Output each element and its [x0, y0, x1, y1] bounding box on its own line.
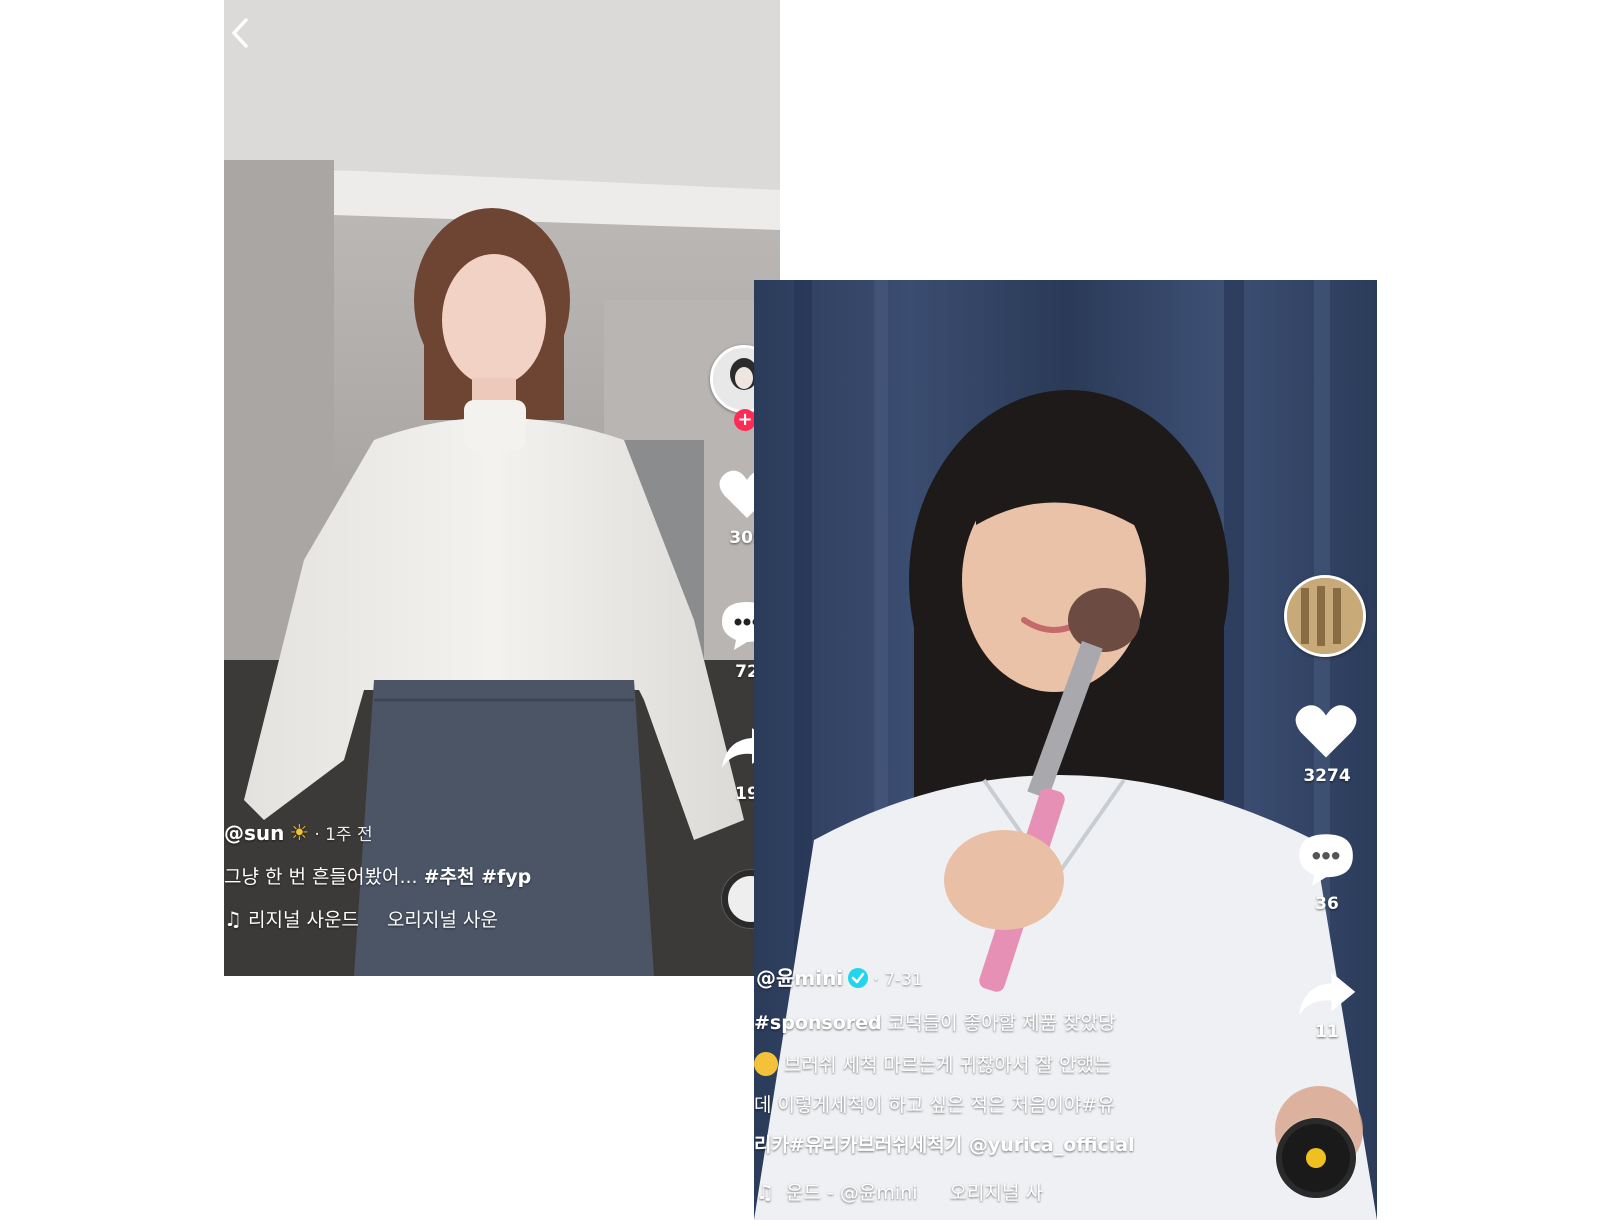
caption-line-1: #sponsored 코덕들이 좋아할 제품 찾았당: [754, 1008, 1116, 1035]
post-meta: @sun ☀ · 1주 전: [224, 820, 373, 846]
username[interactable]: @윤mini: [756, 966, 843, 990]
music-note-icon: ♫: [756, 1180, 774, 1204]
tiktok-post-left: + 309 72 19 @sun ☀ · 1주 전 그냥 한 번 흔들어봤어..…: [224, 0, 780, 976]
caption-text-3: 데 이렇게세척이 하고 싶은 적은 처음이야#유: [754, 1094, 1115, 1116]
heart-icon[interactable]: [1294, 702, 1358, 760]
comment-count: 36: [1315, 894, 1339, 914]
sound-name: 운드 - @윤mini: [785, 1182, 918, 1204]
music-note-icon: ♫: [224, 907, 242, 931]
creator-avatar[interactable]: [1284, 575, 1366, 657]
post-caption: 그냥 한 번 흔들어봤어... #추천 #fyp: [224, 862, 531, 889]
caption-text-2: 브러쉬 세척 마르는게 귀찮아서 잘 안했는: [784, 1054, 1112, 1076]
avatar-image: [1287, 578, 1363, 654]
post-date: · 7-31: [873, 970, 923, 990]
username[interactable]: @sun: [224, 821, 284, 845]
caption-tag[interactable]: #sponsored: [754, 1012, 882, 1034]
like-count: 3274: [1303, 766, 1351, 786]
caption-line-4: 리카#유리카브러쉬세척기 @yurica_official: [754, 1130, 1135, 1157]
sound-row[interactable]: ♫ 운드 - @윤mini 오리지널 사: [756, 1178, 1043, 1205]
post-meta: @윤mini · 7-31: [756, 962, 923, 991]
music-disc-icon[interactable]: [1276, 1118, 1356, 1198]
face-emoji-icon: [754, 1052, 778, 1076]
caption-text: 그냥 한 번 흔들어봤어...: [224, 866, 418, 888]
caption-text-1: 코덕들이 좋아할 제품 찾았당: [881, 1012, 1116, 1034]
caption-line-3: 데 이렇게세척이 하고 싶은 적은 처음이야#유: [754, 1090, 1115, 1117]
caption-text-4[interactable]: 리카#유리카브러쉬세척기 @yurica_official: [754, 1134, 1135, 1156]
follow-button[interactable]: +: [734, 409, 756, 431]
time-ago: · 1주 전: [314, 825, 373, 845]
comment-icon[interactable]: [1294, 830, 1358, 888]
back-chevron-icon[interactable]: [228, 16, 252, 50]
sound-row[interactable]: ♫ 리지널 사운드 오리지널 사운: [224, 905, 498, 932]
username-emoji: ☀: [289, 821, 310, 846]
verified-icon: [848, 968, 869, 988]
sound-name-scroll: 오리지널 사: [949, 1182, 1043, 1204]
ui-overlay-left: + 309 72 19 @sun ☀ · 1주 전 그냥 한 번 흔들어봤어..…: [224, 0, 780, 976]
sound-name-scroll: 오리지널 사운: [386, 909, 498, 931]
share-icon[interactable]: [1294, 968, 1358, 1020]
caption-hashtags[interactable]: #추천 #fyp: [424, 866, 532, 888]
ui-overlay-right: 3274 36 11 @윤mini · 7-31 #sponsored 코덕들이…: [754, 280, 1377, 1220]
share-count: 11: [1315, 1022, 1339, 1042]
caption-line-2: 브러쉬 세척 마르는게 귀찮아서 잘 안했는: [754, 1050, 1111, 1077]
disc-center: [1306, 1148, 1326, 1168]
tiktok-post-right: 3274 36 11 @윤mini · 7-31 #sponsored 코덕들이…: [754, 280, 1377, 1220]
sound-name: 리지널 사운드: [247, 909, 359, 931]
